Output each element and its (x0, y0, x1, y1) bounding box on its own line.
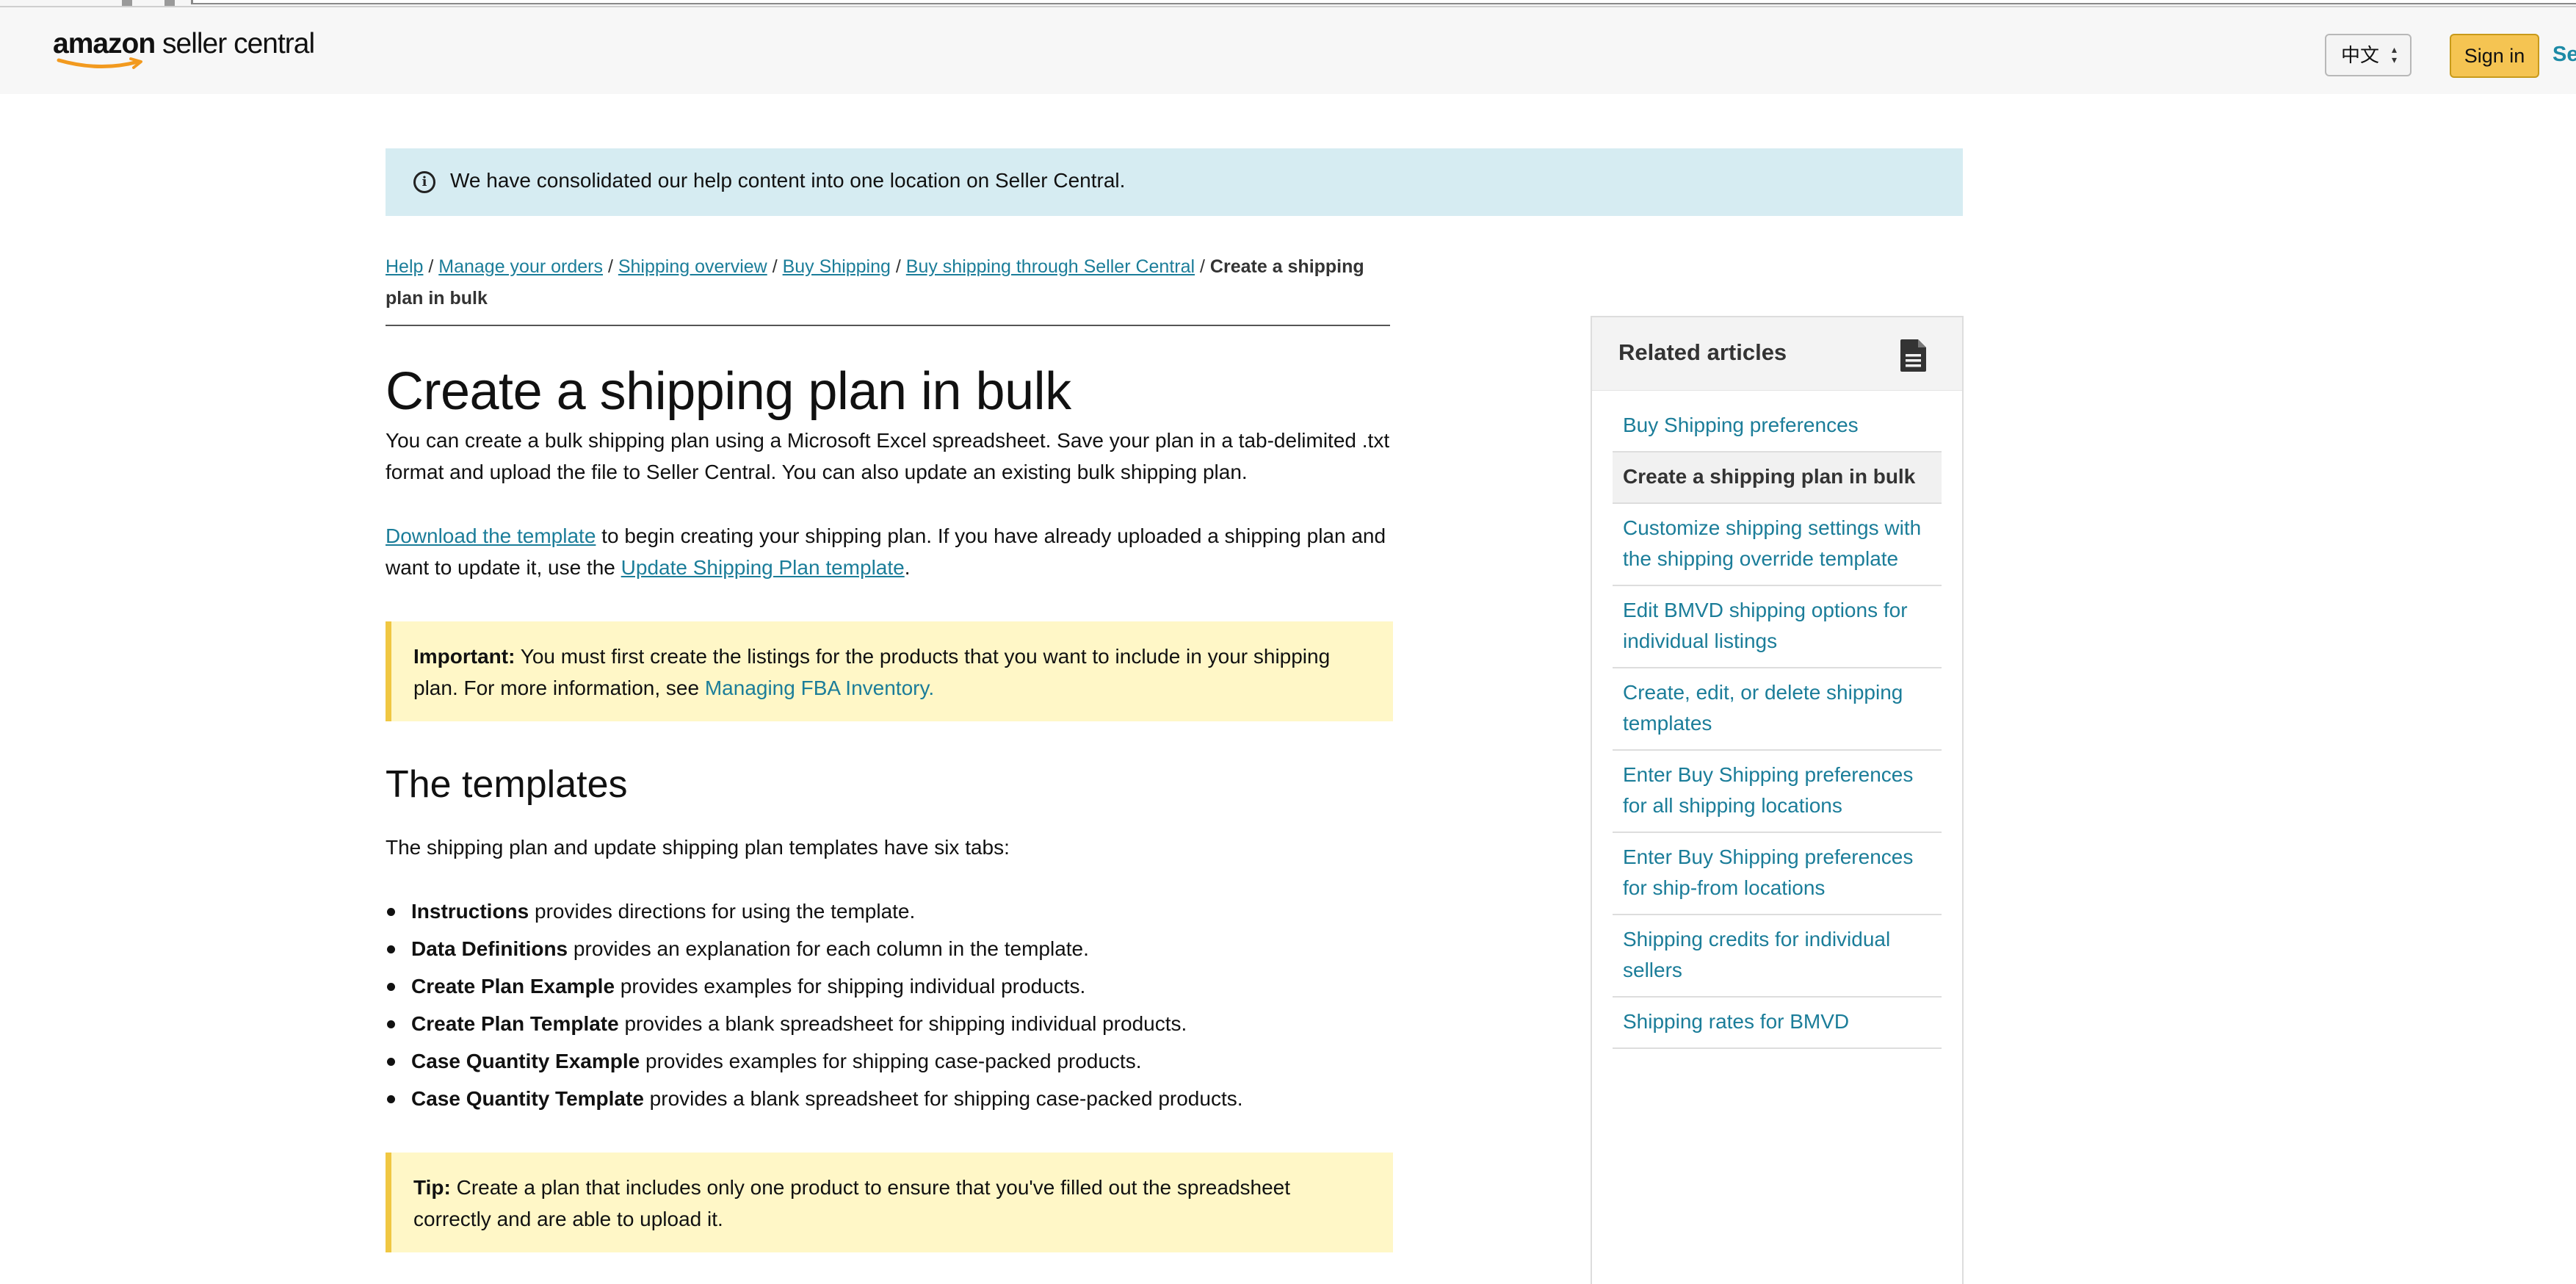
related-article-buy-shipping-all-locations[interactable]: Enter Buy Shipping preferences for all s… (1613, 751, 1942, 833)
amazon-smile-icon (57, 57, 142, 69)
list-item: Create Plan Template provides a blank sp… (387, 1005, 1393, 1042)
breadcrumb-separator: / (603, 256, 618, 277)
browser-tab-nub (122, 0, 132, 6)
breadcrumb-help[interactable]: Help (386, 256, 423, 277)
breadcrumb-manage-orders[interactable]: Manage your orders (438, 256, 603, 277)
header-cut-off-link[interactable]: Se (2553, 43, 2576, 67)
logo-amazon: amazon (53, 28, 156, 59)
help-article: Create a shipping plan in bulk You can c… (386, 358, 1393, 1252)
breadcrumb-separator: / (890, 256, 906, 277)
list-item-name: Case Quantity Template (411, 1087, 644, 1110)
banner-text: We have consolidated our help content in… (450, 169, 1126, 192)
tip-text: Create a plan that includes only one pro… (413, 1176, 1291, 1230)
breadcrumb-buy-shipping[interactable]: Buy Shipping (783, 256, 891, 277)
related-article-shipping-credits[interactable]: Shipping credits for individual sellers (1613, 915, 1942, 998)
list-item-name: Create Plan Template (411, 1012, 619, 1035)
language-select-value: 中文 (2341, 44, 2380, 66)
related-articles-header: Related articles (1592, 317, 1962, 391)
list-item-desc: provides a blank spreadsheet for shippin… (643, 1087, 1243, 1110)
important-label: Important: (413, 645, 515, 668)
templates-heading: The templates (386, 763, 628, 806)
template-tabs-list: Instructions provides directions for usi… (386, 892, 1393, 1117)
consolidation-info-banner: i We have consolidated our help content … (386, 148, 1963, 216)
related-articles-list: Buy Shipping preferences Create a shippi… (1592, 391, 1962, 1049)
related-article-buy-shipping-preferences[interactable]: Buy Shipping preferences (1613, 401, 1942, 452)
list-item-desc: provides an explanation for each column … (568, 937, 1089, 960)
related-article-shipping-rates-bmvd[interactable]: Shipping rates for BMVD (1613, 998, 1942, 1049)
related-articles-panel: Related articles Buy Shipping preference… (1591, 316, 1964, 1284)
related-article-shipping-override-template[interactable]: Customize shipping settings with the shi… (1613, 504, 1942, 586)
list-item-name: Case Quantity Example (411, 1050, 640, 1072)
select-updown-icon: ▴ ▾ (2391, 43, 2397, 65)
browser-address-bar-edge (191, 0, 2576, 4)
breadcrumb-buy-shipping-seller-central[interactable]: Buy shipping through Seller Central (906, 256, 1195, 277)
update-shipping-plan-template-link[interactable]: Update Shipping Plan template (621, 556, 905, 579)
list-item-desc: provides directions for using the templa… (529, 900, 916, 923)
info-icon: i (413, 171, 435, 193)
list-item-desc: provides examples for shipping individua… (615, 975, 1086, 998)
download-paragraph-end: . (904, 556, 911, 579)
browser-tab-nub (164, 0, 175, 6)
list-item-name: Create Plan Example (411, 975, 615, 998)
breadcrumb-divider (386, 325, 1390, 326)
download-paragraph: Download the template to begin creating … (386, 520, 1393, 583)
intro-paragraph: You can create a bulk shipping plan usin… (386, 429, 1390, 483)
breadcrumb-separator: / (423, 256, 439, 277)
logo-seller-central: seller central (155, 28, 315, 59)
related-article-shipping-templates[interactable]: Create, edit, or delete shipping templat… (1613, 668, 1942, 751)
site-header: amazon seller central 中文 ▴ ▾ Sign in Se (0, 7, 2576, 94)
templates-intro: The shipping plan and update shipping pl… (386, 836, 1010, 859)
page-title: Create a shipping plan in bulk (386, 362, 1071, 421)
tip-callout: Tip: Create a plan that includes only on… (386, 1153, 1393, 1252)
related-article-buy-shipping-ship-from[interactable]: Enter Buy Shipping preferences for ship-… (1613, 833, 1942, 915)
list-item: Data Definitions provides an explanation… (387, 930, 1393, 967)
list-item: Instructions provides directions for usi… (387, 892, 1393, 930)
amazon-seller-central-logo[interactable]: amazon seller central (53, 28, 315, 75)
related-article-edit-bmvd-shipping[interactable]: Edit BMVD shipping options for individua… (1613, 586, 1942, 668)
list-item: Case Quantity Template provides a blank … (387, 1080, 1393, 1117)
breadcrumb-separator: / (1195, 256, 1210, 277)
document-icon (1900, 339, 1926, 372)
list-item-name: Data Definitions (411, 937, 568, 960)
language-select[interactable]: 中文 ▴ ▾ (2325, 34, 2412, 76)
list-item: Create Plan Example provides examples fo… (387, 967, 1393, 1005)
related-article-create-shipping-plan-bulk: Create a shipping plan in bulk (1613, 452, 1942, 504)
sign-in-button[interactable]: Sign in (2450, 34, 2539, 78)
important-callout: Important: You must first create the lis… (386, 621, 1393, 721)
download-template-link[interactable]: Download the template (386, 524, 596, 547)
tip-label: Tip: (413, 1176, 451, 1199)
list-item-desc: provides a blank spreadsheet for shippin… (618, 1012, 1187, 1035)
breadcrumb: Help / Manage your orders / Shipping ove… (386, 251, 1392, 314)
related-articles-title: Related articles (1618, 339, 1787, 365)
breadcrumb-separator: / (767, 256, 783, 277)
list-item-desc: provides examples for shipping case-pack… (640, 1050, 1142, 1072)
list-item-name: Instructions (411, 900, 529, 923)
managing-fba-inventory-link[interactable]: Managing FBA Inventory. (705, 677, 934, 699)
list-item: Case Quantity Example provides examples … (387, 1042, 1393, 1080)
breadcrumb-shipping-overview[interactable]: Shipping overview (618, 256, 767, 277)
browser-top-strip (0, 0, 2576, 7)
